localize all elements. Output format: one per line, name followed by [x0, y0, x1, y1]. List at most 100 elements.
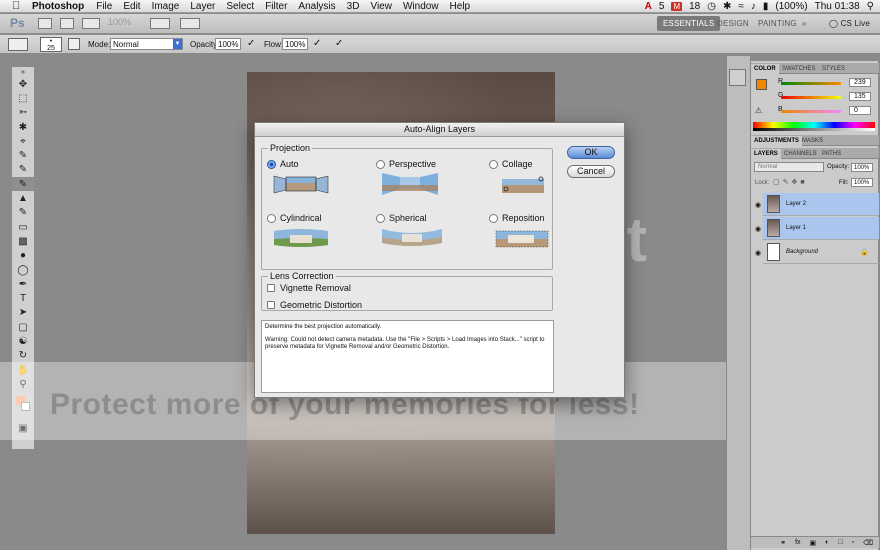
- wifi-icon[interactable]: ≈: [738, 1, 744, 12]
- lock-icons[interactable]: ▢✎✥■: [773, 178, 808, 186]
- geometric-distortion-checkbox[interactable]: Geometric Distortion: [267, 300, 362, 310]
- visibility-eye-icon[interactable]: ◉: [753, 201, 763, 209]
- g-value[interactable]: 135: [849, 92, 871, 101]
- tab-channels[interactable]: CHANNELS: [781, 149, 820, 159]
- menu-help[interactable]: Help: [450, 1, 471, 12]
- 3d-orbit-tool-icon[interactable]: ↻: [12, 349, 34, 363]
- brush-panel-icon[interactable]: [68, 38, 80, 50]
- tab-color[interactable]: COLOR: [751, 64, 779, 74]
- gradient-tool-icon[interactable]: ▩: [12, 234, 34, 248]
- adobe-status-icon[interactable]: A: [645, 1, 652, 12]
- 3d-rotate-tool-icon[interactable]: ☯: [12, 334, 34, 348]
- mode-select[interactable]: Normal ▼: [110, 38, 183, 50]
- shape-tool-icon[interactable]: ▢: [12, 320, 34, 334]
- radio-reposition[interactable]: Reposition: [489, 213, 545, 223]
- b-slider[interactable]: [781, 110, 841, 113]
- clone-stamp-tool-icon[interactable]: ▲: [12, 191, 34, 205]
- eyedropper-tool-icon[interactable]: ✎: [12, 148, 34, 162]
- adjustment-layer-icon[interactable]: ◐: [825, 539, 829, 546]
- menu-3d[interactable]: 3D: [347, 1, 360, 12]
- zoom-level[interactable]: 100%: [108, 17, 131, 27]
- cs-live-button[interactable]: ◯ CS Live: [823, 16, 876, 31]
- ok-button[interactable]: OK: [567, 146, 615, 159]
- r-value[interactable]: 239: [849, 78, 871, 87]
- layer-name[interactable]: Layer 1: [786, 225, 806, 231]
- menu-edit[interactable]: Edit: [123, 1, 140, 12]
- gmail-icon[interactable]: M: [671, 2, 683, 11]
- battery-icon[interactable]: ▮: [763, 1, 769, 12]
- blend-mode-select[interactable]: Normal: [754, 162, 824, 172]
- radio-auto[interactable]: Auto: [267, 159, 299, 169]
- time-machine-icon[interactable]: ◷: [707, 1, 716, 12]
- volume-icon[interactable]: ♪: [751, 1, 756, 12]
- brush-size-picker[interactable]: • 25: [40, 37, 62, 52]
- flow-input[interactable]: 100%: [282, 38, 308, 50]
- brush-tool-preset-icon[interactable]: [8, 38, 28, 51]
- delete-layer-icon[interactable]: ⌫: [863, 539, 873, 547]
- clock[interactable]: Thu 01:38: [815, 1, 860, 12]
- screen-mode-icon[interactable]: [180, 18, 200, 29]
- bluetooth-icon[interactable]: ✱: [723, 1, 731, 12]
- quick-selection-tool-icon[interactable]: ✱: [12, 120, 34, 134]
- history-panel-icon[interactable]: [729, 69, 746, 86]
- grayscale-ramp[interactable]: [753, 128, 875, 131]
- layer-name[interactable]: Background: [786, 249, 818, 255]
- brush-tool-icon[interactable]: ✎: [12, 177, 34, 192]
- menu-image[interactable]: Image: [152, 1, 180, 12]
- path-selection-tool-icon[interactable]: ➤: [12, 306, 34, 320]
- dodge-tool-icon[interactable]: ◯: [12, 263, 34, 277]
- link-layers-icon[interactable]: ⚭: [780, 539, 786, 547]
- menu-file[interactable]: File: [96, 1, 112, 12]
- tab-paths[interactable]: PATHS: [819, 149, 844, 159]
- apple-icon[interactable]: : [12, 0, 24, 12]
- new-group-icon[interactable]: □: [838, 539, 842, 546]
- tab-layers[interactable]: LAYERS: [751, 149, 781, 159]
- move-tool-icon[interactable]: ✥: [12, 77, 34, 91]
- gamut-warning-icon[interactable]: ⚠: [755, 106, 762, 115]
- marquee-tool-icon[interactable]: ⬚: [12, 91, 34, 105]
- mini-bridge-icon[interactable]: [60, 18, 74, 29]
- g-slider[interactable]: [781, 96, 841, 99]
- menu-view[interactable]: View: [370, 1, 392, 12]
- pressure-size-icon[interactable]: ✓: [335, 38, 343, 49]
- more-workspaces[interactable]: »: [796, 16, 813, 31]
- crop-tool-icon[interactable]: ⌖: [12, 134, 34, 148]
- spotlight-icon[interactable]: ⚲: [867, 1, 874, 12]
- visibility-eye-icon[interactable]: ◉: [753, 225, 763, 233]
- tab-adjustments[interactable]: ADJUSTMENTS: [751, 136, 803, 146]
- add-mask-icon[interactable]: ▣: [810, 539, 817, 547]
- layer-name[interactable]: Layer 2: [786, 201, 806, 207]
- tab-swatches[interactable]: SWATCHES: [779, 64, 818, 74]
- lasso-tool-icon[interactable]: ➳: [12, 106, 34, 120]
- tab-styles[interactable]: STYLES: [819, 64, 848, 74]
- layers-opacity-input[interactable]: 100%: [851, 163, 873, 172]
- menu-window[interactable]: Window: [403, 1, 439, 12]
- visibility-eye-icon[interactable]: ◉: [753, 249, 763, 257]
- view-extras-icon[interactable]: [82, 18, 100, 29]
- b-value[interactable]: 0: [849, 106, 871, 115]
- tab-masks[interactable]: MASKS: [799, 136, 826, 146]
- eraser-tool-icon[interactable]: ▭: [12, 220, 34, 234]
- arrange-documents-icon[interactable]: [150, 18, 170, 29]
- radio-collage[interactable]: Collage: [489, 159, 533, 169]
- cancel-button[interactable]: Cancel: [567, 165, 615, 178]
- new-layer-icon[interactable]: ▫: [852, 539, 854, 546]
- layer-row-layer-1[interactable]: Layer 1: [763, 217, 879, 240]
- radio-spherical[interactable]: Spherical: [376, 213, 427, 223]
- layer-row-layer-2[interactable]: Layer 2: [763, 193, 879, 216]
- blur-tool-icon[interactable]: ●: [12, 249, 34, 263]
- airbrush-icon[interactable]: ✓: [313, 38, 321, 49]
- bridge-icon[interactable]: [38, 18, 52, 29]
- pen-tool-icon[interactable]: ✒: [12, 277, 34, 291]
- fill-input[interactable]: 100%: [851, 178, 873, 187]
- r-slider[interactable]: [781, 82, 841, 85]
- menu-filter[interactable]: Filter: [265, 1, 287, 12]
- menu-select[interactable]: Select: [226, 1, 254, 12]
- workspace-design[interactable]: DESIGN: [711, 16, 755, 31]
- layer-row-background[interactable]: Background 🔒: [763, 241, 879, 264]
- color-foreground-swatch[interactable]: [756, 79, 767, 90]
- app-menu[interactable]: Photoshop: [32, 1, 84, 12]
- healing-brush-tool-icon[interactable]: ✎: [12, 163, 34, 177]
- radio-cylindrical[interactable]: Cylindrical: [267, 213, 322, 223]
- history-brush-tool-icon[interactable]: ✎: [12, 206, 34, 220]
